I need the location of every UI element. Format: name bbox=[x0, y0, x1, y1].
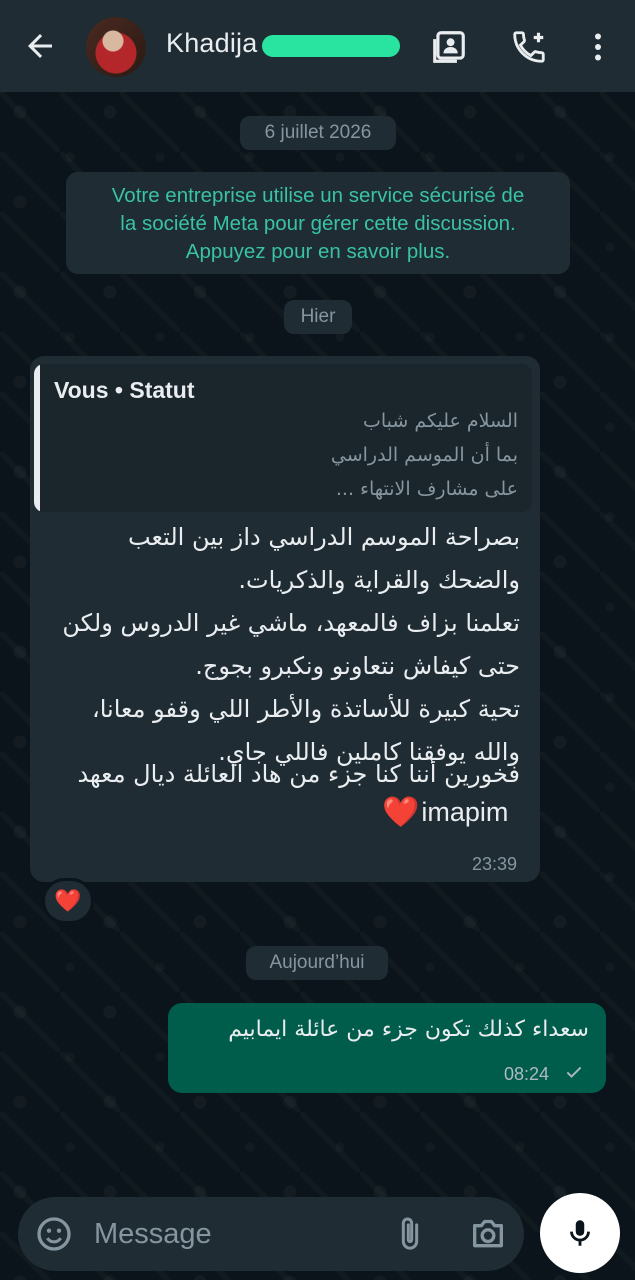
message-input[interactable] bbox=[94, 1209, 374, 1259]
message-line: تحية كبيرة للأساتذة والأطر اللي وقفو معا… bbox=[92, 695, 520, 723]
quoted-status[interactable]: Vous • Statut السلام عليكم شباب بما أن ا… bbox=[34, 364, 532, 512]
notice-line: la société Meta pour gérer cette discuss… bbox=[120, 212, 516, 235]
redaction-mark bbox=[262, 35, 400, 57]
outgoing-message-text: سعداء كذلك تكون جزء من عائلة ايمابيم bbox=[228, 1017, 589, 1042]
message-line: والضحك والقراية والذكريات. bbox=[238, 566, 520, 594]
camera-icon[interactable] bbox=[468, 1214, 508, 1254]
heart-emoji: ❤️ bbox=[382, 796, 420, 829]
message-last-line: ❤️ imapim bbox=[382, 795, 508, 830]
quote-bar bbox=[34, 364, 40, 512]
date-chip: Aujourd’hui bbox=[246, 946, 388, 980]
reaction-badge[interactable]: ❤️ bbox=[42, 878, 94, 924]
message-line: بصراحة الموسم الدراسي داز بين التعب bbox=[127, 523, 520, 551]
notice-line: Appuyez pour en savoir plus. bbox=[185, 240, 451, 263]
encryption-notice[interactable]: Votre entreprise utilise un service sécu… bbox=[66, 172, 570, 274]
mic-icon bbox=[570, 1220, 590, 1246]
quote-line: بما أن الموسم الدراسي bbox=[330, 444, 518, 466]
message-line: فخورين أننا كنا جزء من هاد العائلة ديال … bbox=[77, 760, 520, 788]
add-call-icon[interactable] bbox=[510, 28, 548, 66]
contact-name[interactable]: Khadija bbox=[166, 28, 257, 59]
arrow-back-icon[interactable] bbox=[22, 28, 58, 64]
date-chip: Hier bbox=[284, 300, 352, 334]
quote-line: على مشارف الانتهاء ... bbox=[335, 478, 518, 500]
message-line: تعلمنا بزاف فالمعهد، ماشي غير الدروس ولك… bbox=[62, 609, 520, 637]
more-vertical-icon[interactable] bbox=[580, 28, 616, 66]
message-composer bbox=[18, 1197, 524, 1271]
message-word: imapim bbox=[421, 797, 509, 827]
date-chip: 6 juillet 2026 bbox=[240, 116, 396, 150]
message-time: 08:24 bbox=[504, 1064, 550, 1084]
mic-button[interactable] bbox=[540, 1193, 620, 1273]
sticker-icon[interactable] bbox=[34, 1214, 74, 1254]
notice-line: Votre entreprise utilise un service sécu… bbox=[111, 184, 525, 207]
quote-author: Vous • Statut bbox=[54, 377, 195, 403]
quote-line: السلام عليكم شباب bbox=[362, 410, 518, 432]
message-time: 23:39 bbox=[472, 854, 518, 874]
chat-header: Khadija bbox=[0, 0, 635, 92]
attach-icon[interactable] bbox=[390, 1214, 430, 1254]
check-icon bbox=[566, 1066, 582, 1078]
contact-card-icon[interactable] bbox=[430, 28, 468, 66]
heart-reaction: ❤️ bbox=[54, 888, 82, 913]
message-line: حتى كيفاش نتعاونو ونكبرو بجوج. bbox=[195, 652, 520, 680]
contact-avatar[interactable] bbox=[86, 17, 146, 77]
